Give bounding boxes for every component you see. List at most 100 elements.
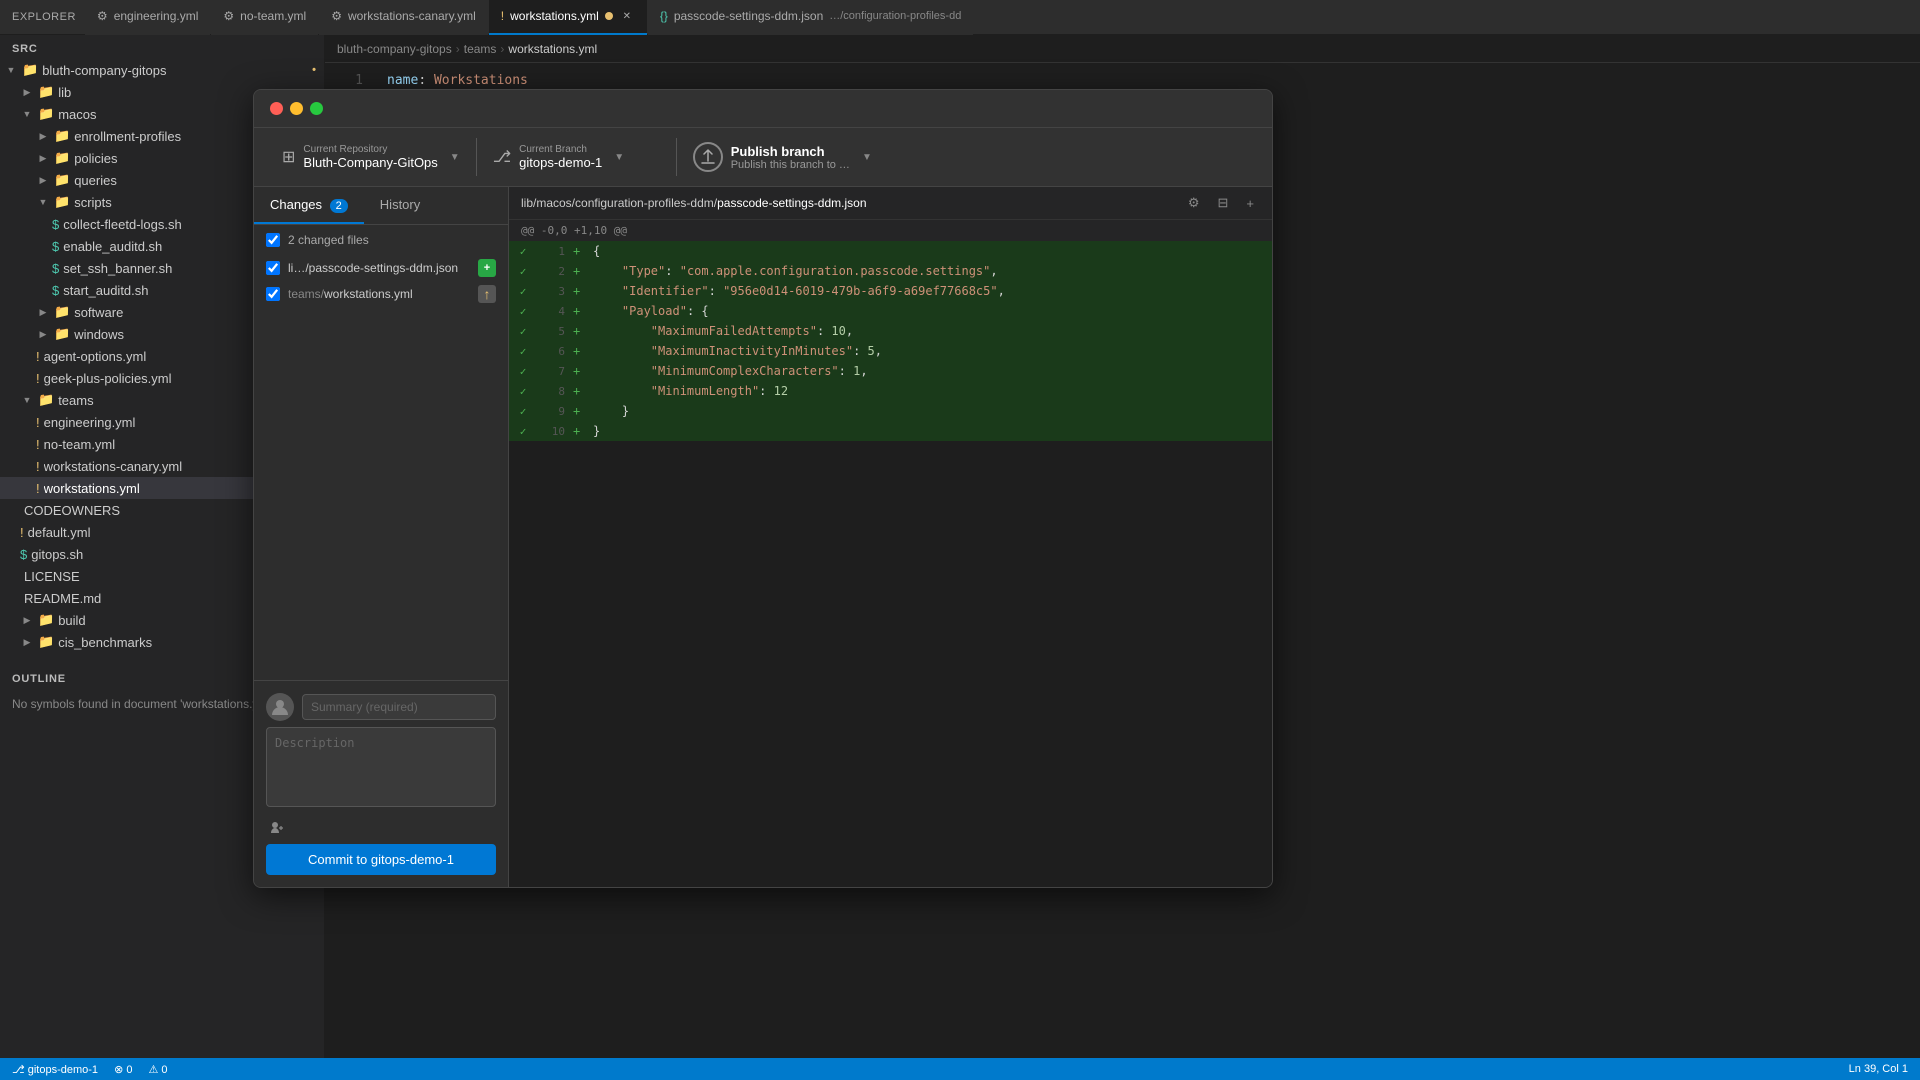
close-button[interactable] bbox=[270, 102, 283, 115]
file-checkbox-passcode[interactable] bbox=[266, 261, 280, 275]
tab-no-team[interactable]: ⚙ no-team.yml bbox=[211, 0, 318, 35]
diff-line-9: ✓ 9 + } bbox=[509, 401, 1272, 421]
github-toolbar: ⊞ Current Repository Bluth-Company-GitOp… bbox=[254, 128, 1272, 187]
sidebar-item-root[interactable]: ▼ 📁 bluth-company-gitops • bbox=[0, 59, 324, 81]
diff-check-8[interactable]: ✓ bbox=[509, 381, 537, 401]
diff-line-6: ✓ 6 + "MaximumInactivityInMinutes": 5, bbox=[509, 341, 1272, 361]
tab-workstations[interactable]: ! workstations.yml ✕ bbox=[489, 0, 647, 35]
chevron-teams: ▼ bbox=[20, 393, 34, 407]
tab-passcode-settings[interactable]: {} passcode-settings-ddm.json …/configur… bbox=[648, 0, 974, 35]
folder-icon-lib: 📁 bbox=[38, 84, 54, 100]
diff-content-4: "Payload": { bbox=[589, 304, 1272, 318]
bc-teams: teams bbox=[464, 42, 497, 56]
chevron-macos: ▼ bbox=[20, 107, 34, 121]
tab-icon-passcode: {} bbox=[660, 9, 668, 23]
file-icon-default: ! bbox=[20, 525, 24, 540]
bc-sep-2: › bbox=[500, 42, 504, 56]
publish-sublabel: Publish this branch to … bbox=[731, 159, 850, 171]
diff-sign-6: + bbox=[573, 344, 589, 358]
current-branch-section[interactable]: ⎇ Current Branch gitops-demo-1 ▼ bbox=[477, 138, 677, 176]
split-view-button[interactable]: ⊟ bbox=[1212, 193, 1235, 213]
file-badge-workstations: ↑ bbox=[478, 285, 496, 303]
diff-check-1[interactable]: ✓ bbox=[509, 241, 537, 261]
file-icon-enable: $ bbox=[52, 239, 59, 254]
changes-tab-label: Changes bbox=[270, 197, 322, 212]
tab-history[interactable]: History bbox=[364, 187, 436, 224]
tab-engineering[interactable]: ⚙ engineering.yml bbox=[85, 0, 210, 35]
diff-sign-10: + bbox=[573, 424, 589, 438]
file-item-workstations[interactable]: teams/workstations.yml ↑ bbox=[254, 281, 508, 307]
select-all-checkbox[interactable] bbox=[266, 233, 280, 247]
diff-check-3[interactable]: ✓ bbox=[509, 281, 537, 301]
diff-check-5[interactable]: ✓ bbox=[509, 321, 537, 341]
chevron-policies: ▶ bbox=[36, 151, 50, 165]
diff-check-10[interactable]: ✓ bbox=[509, 421, 537, 441]
diff-content-7: "MinimumComplexCharacters": 1, bbox=[589, 364, 1272, 378]
description-input[interactable] bbox=[266, 727, 496, 807]
chevron-cis: ▶ bbox=[20, 635, 34, 649]
diff-linenum-1: 1 bbox=[537, 245, 573, 258]
folder-icon-windows: 📁 bbox=[54, 326, 70, 342]
chevron-root: ▼ bbox=[4, 63, 18, 77]
tab-label-canary: workstations-canary.yml bbox=[348, 9, 476, 23]
diff-header: lib/macos/configuration-profiles-ddm/pas… bbox=[509, 187, 1272, 220]
file-checkbox-workstations[interactable] bbox=[266, 287, 280, 301]
folder-icon-root: 📁 bbox=[22, 62, 38, 78]
coauthor-button[interactable] bbox=[266, 818, 288, 836]
folder-icon-scripts: 📁 bbox=[54, 194, 70, 210]
tab-changes[interactable]: Changes 2 bbox=[254, 187, 364, 224]
tab-close-workstations[interactable]: ✕ bbox=[619, 8, 635, 24]
status-warnings: ⚠ 0 bbox=[148, 1063, 167, 1076]
publish-section[interactable]: Publish branch Publish this branch to … … bbox=[677, 136, 1260, 178]
commit-button[interactable]: Commit to gitops-demo-1 bbox=[266, 844, 496, 875]
chevron-software: ▶ bbox=[36, 305, 50, 319]
diff-hunk-header: @@ -0,0 +1,10 @@ bbox=[509, 220, 1272, 241]
file-icon-ws-canary: ! bbox=[36, 459, 40, 474]
tab-label-engineering: engineering.yml bbox=[114, 9, 199, 23]
diff-linenum-10: 10 bbox=[537, 425, 573, 438]
diff-line-5: ✓ 5 + "MaximumFailedAttempts": 10, bbox=[509, 321, 1272, 341]
file-icon-start: $ bbox=[52, 283, 59, 298]
diff-check-4[interactable]: ✓ bbox=[509, 301, 537, 321]
diff-check-6[interactable]: ✓ bbox=[509, 341, 537, 361]
diff-sign-1: + bbox=[573, 244, 589, 258]
changes-tabs: Changes 2 History bbox=[254, 187, 508, 225]
diff-sign-4: + bbox=[573, 304, 589, 318]
diff-linenum-9: 9 bbox=[537, 405, 573, 418]
repo-value: Bluth-Company-GitOps bbox=[303, 155, 437, 170]
file-item-passcode[interactable]: li…/passcode-settings-ddm.json + bbox=[254, 255, 508, 281]
add-button[interactable]: + bbox=[1240, 193, 1260, 213]
chevron-windows: ▶ bbox=[36, 327, 50, 341]
changes-panel: Changes 2 History 2 changed files li…/pa… bbox=[254, 187, 509, 887]
tab-icon-workstations: ! bbox=[501, 9, 504, 23]
current-repo-section[interactable]: ⊞ Current Repository Bluth-Company-GitOp… bbox=[266, 138, 477, 176]
diff-content-2: "Type": "com.apple.configuration.passcod… bbox=[589, 264, 1272, 278]
diff-check-2[interactable]: ✓ bbox=[509, 261, 537, 281]
minimize-button[interactable] bbox=[290, 102, 303, 115]
diff-line-8: ✓ 8 + "MinimumLength": 12 bbox=[509, 381, 1272, 401]
traffic-lights bbox=[254, 90, 1272, 128]
diff-line-10: ✓ 10 + } bbox=[509, 421, 1272, 441]
folder-icon-macos: 📁 bbox=[38, 106, 54, 122]
diff-line-2: ✓ 2 + "Type": "com.apple.configuration.p… bbox=[509, 261, 1272, 281]
folder-icon-queries: 📁 bbox=[54, 172, 70, 188]
folder-icon-teams: 📁 bbox=[38, 392, 54, 408]
diff-line-7: ✓ 7 + "MinimumComplexCharacters": 1, bbox=[509, 361, 1272, 381]
history-tab-label: History bbox=[380, 197, 420, 212]
folder-icon-build: 📁 bbox=[38, 612, 54, 628]
diff-content-5: "MaximumFailedAttempts": 10, bbox=[589, 324, 1272, 338]
settings-button[interactable]: ⚙ bbox=[1182, 193, 1206, 213]
maximize-button[interactable] bbox=[310, 102, 323, 115]
diff-line-1: ✓ 1 + { bbox=[509, 241, 1272, 261]
bc-file: workstations.yml bbox=[508, 42, 597, 56]
diff-check-7[interactable]: ✓ bbox=[509, 361, 537, 381]
root-badge: • bbox=[312, 64, 316, 76]
tab-label-passcode: passcode-settings-ddm.json bbox=[674, 9, 823, 23]
folder-icon-software: 📁 bbox=[54, 304, 70, 320]
diff-check-9[interactable]: ✓ bbox=[509, 401, 537, 421]
diff-linenum-5: 5 bbox=[537, 325, 573, 338]
summary-input[interactable] bbox=[302, 694, 496, 720]
tab-workstations-canary[interactable]: ⚙ workstations-canary.yml bbox=[319, 0, 488, 35]
diff-linenum-8: 8 bbox=[537, 385, 573, 398]
diff-linenum-7: 7 bbox=[537, 365, 573, 378]
